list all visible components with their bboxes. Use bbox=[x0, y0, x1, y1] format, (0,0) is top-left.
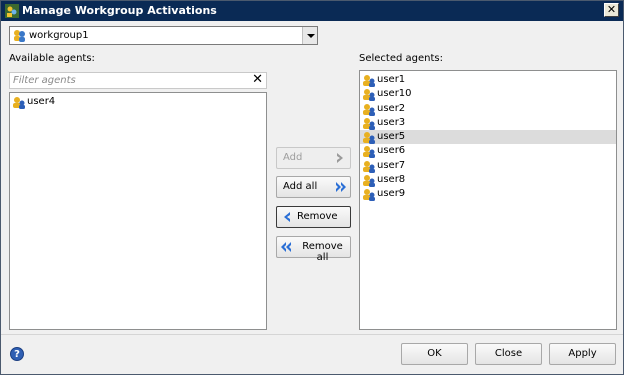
selected-agents-label: Selected agents: bbox=[359, 53, 443, 64]
filter-agents-field[interactable]: ✕ bbox=[9, 72, 267, 89]
list-item-label: user10 bbox=[377, 88, 412, 100]
selected-agents-list[interactable]: user1 user10 user2 user3 user5 user6 use… bbox=[359, 70, 617, 330]
user-icon bbox=[363, 175, 375, 188]
user-icon bbox=[363, 189, 375, 202]
workgroup-dropdown[interactable]: workgroup1 bbox=[9, 26, 318, 45]
close-button-label: Close bbox=[494, 348, 523, 359]
user-icon bbox=[363, 132, 375, 145]
list-item[interactable]: user9 bbox=[360, 187, 616, 202]
close-button[interactable]: Close bbox=[475, 343, 542, 365]
list-item[interactable]: user6 bbox=[360, 144, 616, 159]
user-icon bbox=[363, 75, 375, 87]
remove-all-button-label: Remove all bbox=[302, 241, 343, 263]
user-icon bbox=[363, 103, 375, 116]
clear-filter-icon[interactable]: ✕ bbox=[252, 72, 263, 87]
list-item-label: user5 bbox=[377, 131, 406, 143]
remove-button[interactable]: Remove bbox=[276, 206, 351, 228]
list-item[interactable]: user4 bbox=[10, 95, 266, 109]
window-title: Manage Workgroup Activations bbox=[22, 4, 217, 17]
double-chevron-right-icon bbox=[336, 182, 346, 192]
list-item-label: user6 bbox=[377, 145, 406, 157]
available-agents-label: Available agents: bbox=[9, 53, 95, 64]
list-item-label: user2 bbox=[377, 102, 406, 114]
apply-button[interactable]: Apply bbox=[549, 343, 616, 365]
list-item[interactable]: user3 bbox=[360, 116, 616, 130]
apply-button-label: Apply bbox=[568, 348, 597, 359]
list-item-label: user4 bbox=[27, 96, 56, 107]
list-item[interactable]: user1 bbox=[360, 73, 616, 87]
ok-button-label: OK bbox=[427, 348, 442, 359]
close-icon: ✕ bbox=[606, 3, 617, 16]
list-item[interactable]: user10 bbox=[360, 87, 616, 102]
list-item-label: user3 bbox=[377, 116, 406, 128]
user-icon bbox=[363, 117, 375, 130]
help-icon[interactable]: ? bbox=[10, 347, 24, 361]
add-button[interactable]: Add bbox=[276, 147, 351, 169]
footer-divider bbox=[1, 334, 623, 335]
list-item-label: user8 bbox=[377, 174, 406, 186]
remove-button-label: Remove bbox=[297, 211, 338, 222]
workgroup-value: workgroup1 bbox=[29, 30, 89, 41]
user-icon bbox=[363, 89, 375, 102]
ok-button[interactable]: OK bbox=[401, 343, 468, 365]
add-all-button-label: Add all bbox=[283, 181, 318, 192]
dialog-window: Manage Workgroup Activations ✕ workgroup… bbox=[0, 0, 624, 375]
remove-all-button[interactable]: Remove all bbox=[276, 236, 351, 263]
user-icon bbox=[363, 160, 375, 173]
user-icon bbox=[13, 97, 25, 109]
list-item-label: user1 bbox=[377, 74, 406, 85]
list-item[interactable]: user2 bbox=[360, 102, 616, 116]
available-agents-list[interactable]: user4 bbox=[9, 92, 267, 330]
chevron-right-icon bbox=[337, 153, 343, 163]
list-item[interactable]: user7 bbox=[360, 159, 616, 173]
chevron-left-icon bbox=[284, 212, 290, 222]
add-all-button[interactable]: Add all bbox=[276, 176, 351, 198]
app-icon bbox=[5, 4, 19, 18]
window-close-button[interactable]: ✕ bbox=[604, 3, 619, 17]
double-chevron-left-icon bbox=[281, 242, 291, 252]
list-item-label: user7 bbox=[377, 159, 406, 171]
add-button-label: Add bbox=[283, 152, 303, 163]
filter-agents-input[interactable] bbox=[13, 74, 243, 87]
group-icon bbox=[14, 30, 25, 42]
title-bar: Manage Workgroup Activations ✕ bbox=[1, 1, 623, 21]
list-item[interactable]: user8 bbox=[360, 173, 616, 188]
list-item-label: user9 bbox=[377, 188, 406, 200]
list-item-selected[interactable]: user5 bbox=[360, 130, 616, 145]
user-icon bbox=[363, 146, 375, 159]
chevron-down-icon[interactable] bbox=[302, 27, 317, 44]
